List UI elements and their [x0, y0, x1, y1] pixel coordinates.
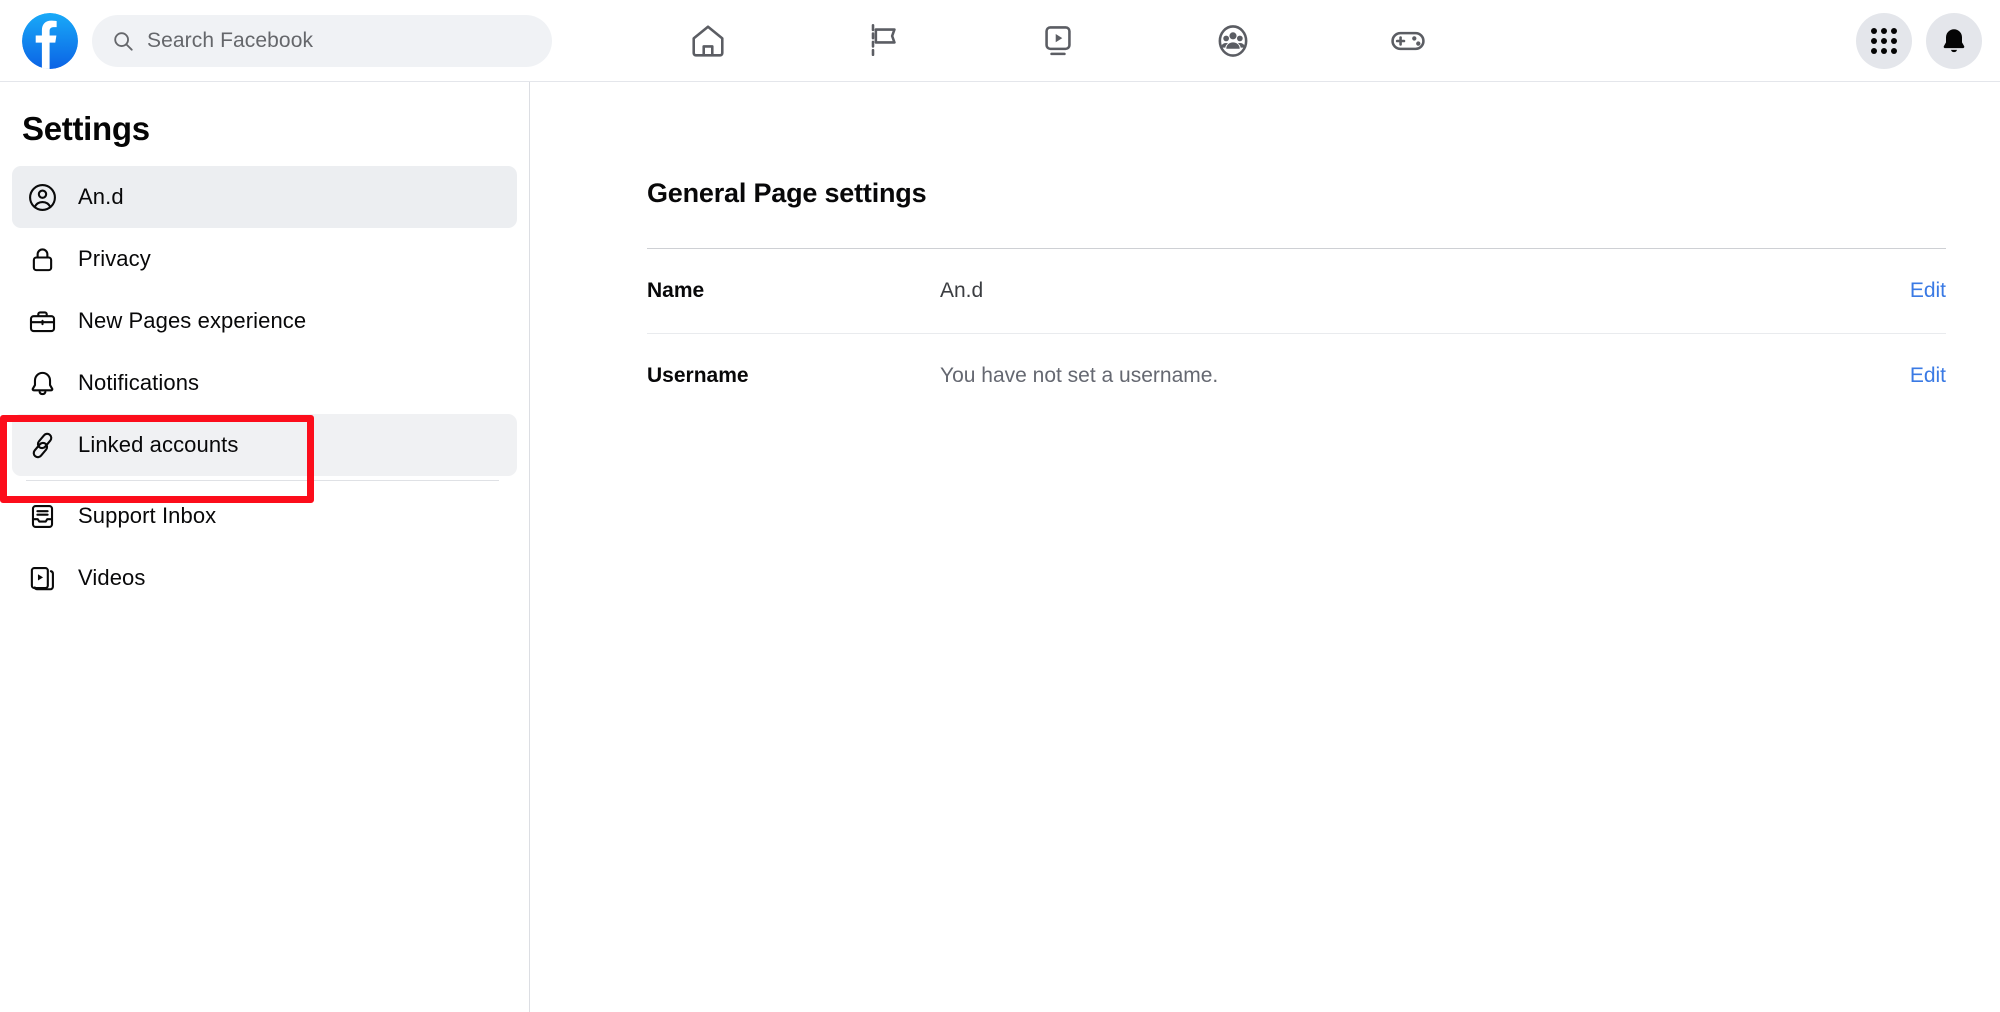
video-stack-icon [26, 562, 58, 594]
nav-gaming[interactable] [1320, 0, 1495, 81]
profile-circle-icon [26, 181, 58, 213]
table-row: Name An.d Edit [647, 249, 1946, 333]
sidebar-item-label: Support Inbox [78, 503, 217, 528]
top-navigation-bar: Search Facebook [0, 0, 2000, 82]
sidebar-item-videos[interactable]: Videos [12, 547, 517, 609]
sidebar-item-label: An.d [78, 184, 124, 209]
header-left-cluster: Search Facebook [0, 12, 552, 69]
gamepad-icon [1390, 31, 1425, 50]
search-icon [114, 31, 133, 51]
menu-button[interactable] [1856, 12, 1912, 69]
sidebar-item-linked-accounts[interactable]: Linked accounts [12, 414, 517, 476]
settings-nav-list: An.d Privacy New Pages experience Notifi… [0, 166, 529, 609]
inbox-icon [26, 500, 58, 532]
header-right-cluster [1856, 0, 1982, 81]
facebook-settings-page: Search Facebook Settings An.d Privacy Ne… [0, 0, 2000, 1012]
table-row: Username You have not set a username. Ed… [647, 333, 1946, 417]
row-value: You have not set a username. [940, 363, 1219, 387]
sidebar-item-support-inbox[interactable]: Support Inbox [12, 485, 517, 547]
page-title: Settings [22, 110, 150, 147]
bell-icon [1943, 28, 1965, 52]
header-nav-tabs [620, 0, 1495, 81]
home-icon [691, 24, 724, 57]
row-label: Username [647, 363, 749, 387]
bell-outline-icon [26, 367, 58, 399]
sidebar-item-label: Videos [78, 565, 146, 590]
nav-video[interactable] [970, 0, 1145, 81]
facebook-logo[interactable] [22, 12, 78, 69]
chain-link-icon [26, 429, 58, 461]
video-play-icon [1044, 25, 1071, 55]
nav-pages[interactable] [795, 0, 970, 81]
sidebar-item-label: Linked accounts [78, 432, 239, 457]
notifications-button[interactable] [1926, 12, 1982, 69]
edit-username-link[interactable]: Edit [1910, 364, 1946, 388]
main-content: General Page settings Name An.d Edit Use… [531, 82, 2000, 1012]
edit-name-link[interactable]: Edit [1910, 279, 1946, 303]
sidebar-item-notifications[interactable]: Notifications [12, 352, 517, 414]
grid-menu-icon [1871, 27, 1897, 54]
settings-sidebar: Settings An.d Privacy New Pages experien… [0, 82, 530, 1012]
sidebar-item-privacy[interactable]: Privacy [12, 228, 517, 290]
sidebar-item-new-pages-experience[interactable]: New Pages experience [12, 290, 517, 352]
nav-home[interactable] [620, 0, 795, 81]
sidebar-item-profile[interactable]: An.d [12, 166, 517, 228]
row-label: Name [647, 279, 705, 302]
groups-icon [1218, 24, 1247, 57]
briefcase-icon [26, 305, 58, 337]
sidebar-item-label: Privacy [78, 246, 151, 271]
sidebar-item-label: New Pages experience [78, 308, 307, 333]
search-input[interactable]: Search Facebook [92, 14, 552, 67]
row-value: An.d [940, 279, 984, 302]
nav-groups[interactable] [1145, 0, 1320, 81]
section-title: General Page settings [647, 178, 927, 208]
sidebar-divider [26, 480, 499, 481]
general-settings-table: Name An.d Edit Username You have not set… [647, 248, 1946, 417]
flag-icon [871, 23, 896, 58]
lock-icon [26, 243, 58, 275]
search-placeholder: Search Facebook [147, 28, 314, 52]
sidebar-item-label: Notifications [78, 370, 200, 395]
